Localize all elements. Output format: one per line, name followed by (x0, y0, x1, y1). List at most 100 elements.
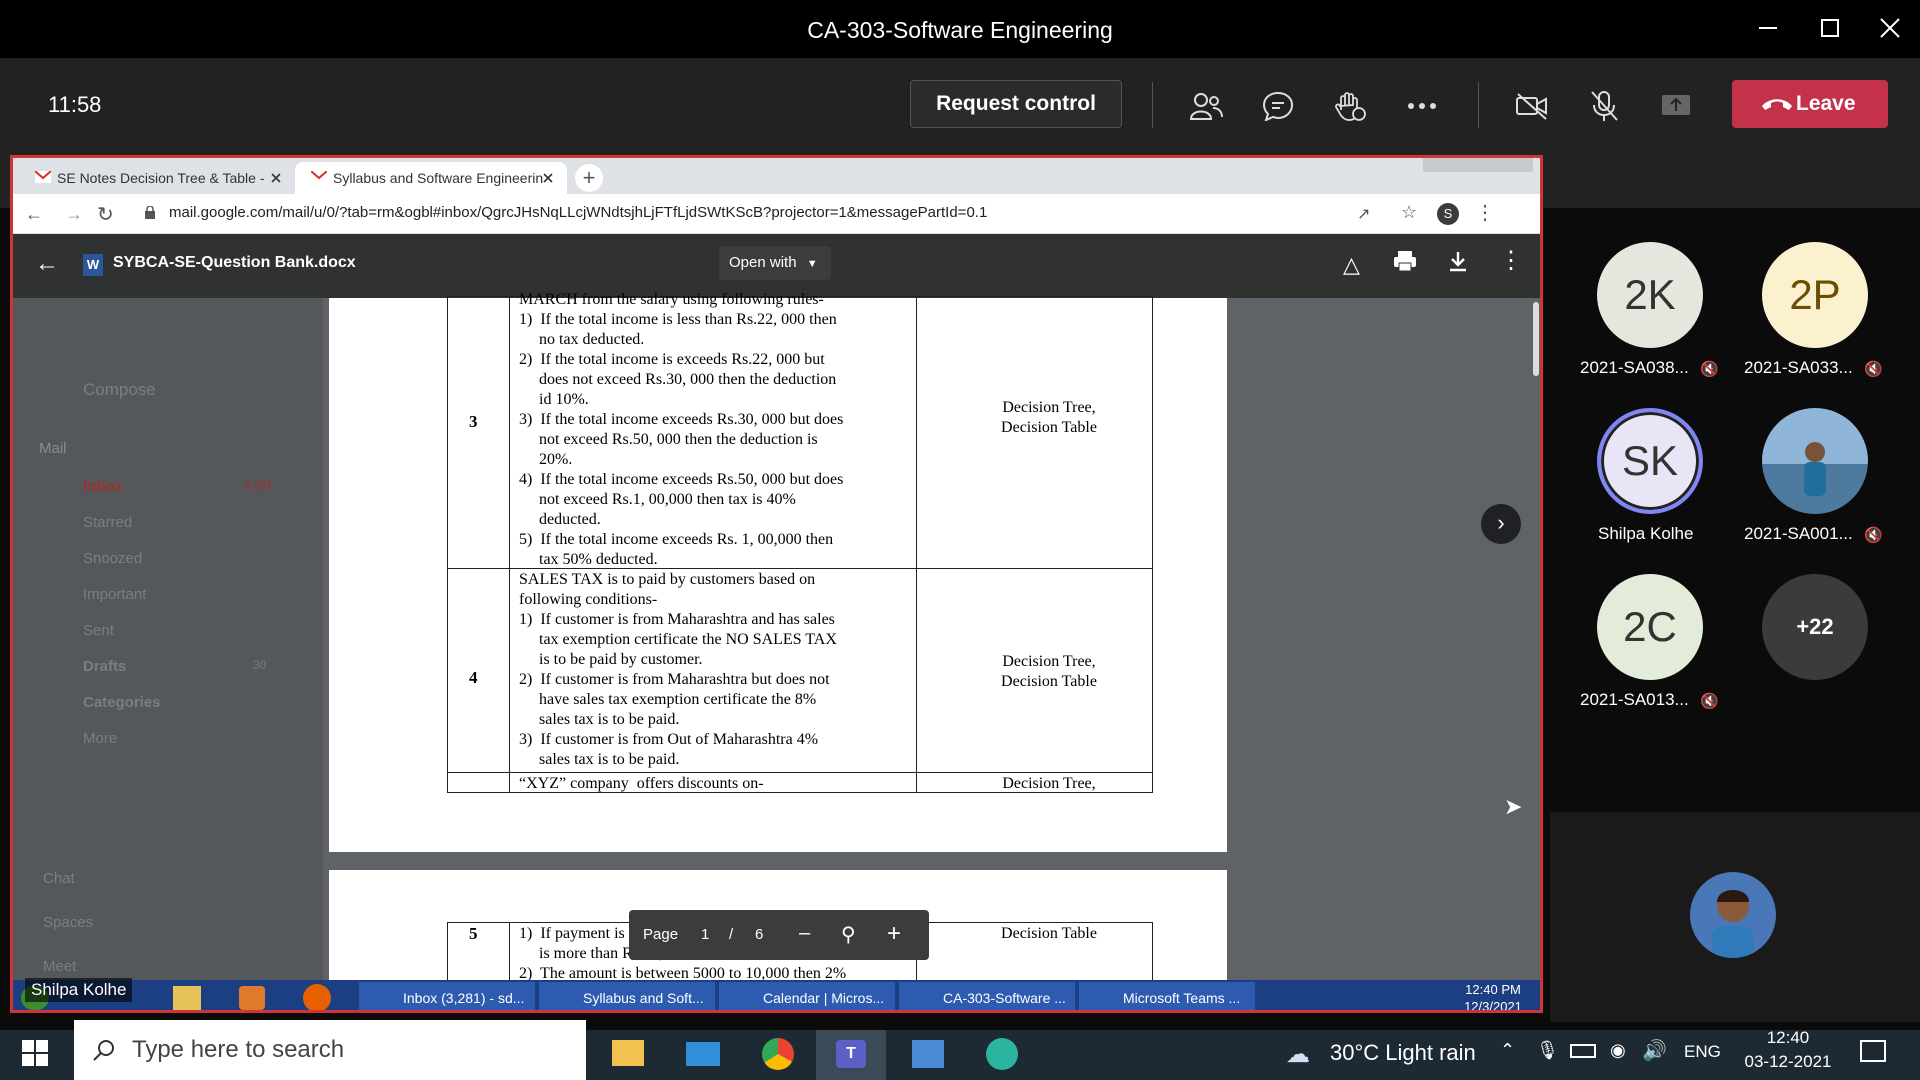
chrome-icon[interactable] (762, 1038, 794, 1070)
column-divider (916, 296, 917, 793)
taskbar-button-teams[interactable]: Microsoft Teams ... (1079, 982, 1255, 1010)
more-options-icon[interactable] (1400, 84, 1444, 128)
taskbar-search[interactable]: Type here to search (74, 1020, 586, 1080)
reload-icon[interactable]: ↻ (97, 202, 114, 227)
minimize-icon[interactable] (1748, 8, 1788, 48)
leave-button[interactable]: Leave (1732, 80, 1888, 128)
chat-icon[interactable] (1256, 84, 1300, 128)
page-label: Page (643, 926, 679, 943)
open-with-button[interactable]: Open with ▼ (719, 246, 831, 280)
sidebar-chat[interactable]: Chat (43, 870, 75, 887)
add-to-drive-icon[interactable]: △ (1343, 252, 1360, 278)
back-arrow-icon[interactable]: ← (35, 250, 59, 278)
print-icon[interactable] (1393, 250, 1417, 277)
browser-tab-active[interactable]: Syllabus and Software Engineerin (295, 162, 567, 194)
close-icon[interactable] (1870, 8, 1910, 48)
browser-window-controls (1423, 158, 1533, 172)
document-page: 3 MARCH from the salary using following … (329, 291, 1227, 852)
reactions-icon[interactable] (1328, 84, 1372, 128)
taskbar-button-calendar[interactable]: Calendar | Micros... (719, 982, 895, 1010)
firefox-icon[interactable] (303, 984, 331, 1010)
mail-icon[interactable] (686, 1042, 720, 1066)
avatar[interactable]: 2K (1597, 242, 1703, 348)
edge-icon[interactable] (986, 1038, 1018, 1070)
download-icon[interactable] (1447, 250, 1469, 277)
inner-taskbar: Shilpa Kolhe Inbox (3,281) - sd... Sylla… (13, 978, 1540, 1010)
browser-menu-icon[interactable]: ⋮ (1475, 200, 1495, 225)
photos-icon[interactable] (912, 1040, 944, 1068)
answer-line: Decision Tree, (1002, 399, 1096, 416)
zoom-icon[interactable]: ⚲ (841, 922, 856, 947)
profile-avatar[interactable]: S (1437, 203, 1459, 225)
url-input[interactable]: mail.google.com/mail/u/0/?tab=rm&ogbl#in… (169, 204, 987, 221)
clock-date[interactable]: 03-12-2021 (1732, 1052, 1844, 1072)
zoom-out-icon[interactable]: – (799, 922, 810, 945)
sidebar-item-more[interactable]: More (83, 730, 117, 747)
presenter-label: Shilpa Kolhe (25, 978, 133, 1002)
notification-icon[interactable] (1860, 1040, 1886, 1062)
zoom-in-icon[interactable]: + (887, 920, 901, 948)
sidebar-meet[interactable]: Meet (43, 958, 76, 975)
taskbar-button-syllabus[interactable]: Syllabus and Soft... (539, 982, 715, 1010)
more-participants-button[interactable]: +22 (1762, 574, 1868, 680)
self-avatar[interactable] (1690, 872, 1776, 958)
self-view (1550, 812, 1920, 1022)
camera-off-icon[interactable] (1510, 84, 1554, 128)
share-page-icon[interactable]: ↗ (1357, 204, 1370, 224)
explorer-icon[interactable] (173, 986, 201, 1010)
chevron-up-icon[interactable]: ⌃ (1500, 1040, 1515, 1061)
forward-arrow-icon[interactable]: → (65, 204, 83, 225)
weather-text[interactable]: 30°C Light rain (1330, 1040, 1476, 1066)
new-tab-icon[interactable]: + (575, 164, 603, 192)
sidebar-item-sent[interactable]: Sent (83, 622, 114, 639)
question-text: MARCH from the salary using following ru… (519, 290, 843, 570)
wifi-icon[interactable]: ◉ (1610, 1040, 1626, 1061)
weather-cloud-icon: ☁ (1286, 1041, 1310, 1068)
request-control-button[interactable]: Request control (910, 80, 1122, 128)
next-file-icon[interactable]: › (1481, 504, 1521, 544)
battery-icon[interactable] (1570, 1044, 1596, 1058)
clock-time[interactable]: 12:40 (1738, 1028, 1838, 1048)
share-screen-icon[interactable] (1654, 84, 1698, 128)
teams-icon: T (836, 1040, 866, 1068)
sidebar-item-starred[interactable]: Starred (83, 514, 132, 531)
question-line: SALES TAX is to paid by customers based … (519, 571, 816, 588)
question-line: 20%. (519, 451, 573, 468)
avatar[interactable]: 2C (1597, 574, 1703, 680)
sidebar-item-snoozed[interactable]: Snoozed (83, 550, 142, 567)
star-icon[interactable]: ☆ (1401, 202, 1417, 223)
sidebar-item-inbox[interactable]: Inbox (83, 478, 123, 495)
back-arrow-icon[interactable]: ← (25, 204, 43, 225)
meeting-timer: 11:58 (48, 92, 102, 117)
taskbar-button-teams-meeting[interactable]: CA-303-Software ... (899, 982, 1075, 1010)
gmail-icon (310, 170, 328, 188)
viewer-menu-icon[interactable]: ⋮ (1499, 246, 1523, 275)
taskbar-button-label: CA-303-Software ... (943, 990, 1066, 1006)
scrollbar[interactable] (1533, 302, 1539, 376)
tab-close-icon[interactable] (543, 170, 553, 188)
maximize-icon[interactable] (1810, 8, 1850, 48)
question-line: 3) If the total income exceeds Rs.30, 00… (519, 411, 844, 428)
sidebar-item-important[interactable]: Important (83, 586, 146, 603)
windows-start-icon[interactable] (22, 1040, 48, 1071)
taskbar-button-inbox[interactable]: Inbox (3,281) - sd... (359, 982, 535, 1010)
sidebar-spaces[interactable]: Spaces (43, 914, 93, 931)
sidebar-item-categories[interactable]: Categories (83, 694, 161, 711)
avatar[interactable]: 2P (1762, 242, 1868, 348)
answer-line: Decision Table (1001, 673, 1097, 690)
media-player-icon[interactable] (239, 986, 265, 1010)
compose-button[interactable]: Compose (83, 380, 156, 400)
current-page[interactable]: 1 (701, 926, 709, 943)
avatar-photo[interactable] (1762, 408, 1868, 514)
browser-tab[interactable]: SE Notes Decision Tree & Table - (19, 162, 291, 194)
answer-line: Decision Tree, (1002, 653, 1096, 670)
sidebar-item-drafts[interactable]: Drafts (83, 658, 126, 675)
language-indicator[interactable]: ENG (1684, 1042, 1721, 1062)
avatar-speaking[interactable]: SK (1597, 408, 1703, 514)
mic-off-icon[interactable] (1582, 84, 1626, 128)
file-explorer-icon[interactable] (612, 1040, 644, 1066)
mic-muted-icon: 🔇 (1700, 693, 1719, 710)
tab-close-icon[interactable] (271, 170, 281, 188)
volume-icon[interactable]: 🔊 (1642, 1038, 1667, 1063)
people-icon[interactable] (1184, 84, 1228, 128)
